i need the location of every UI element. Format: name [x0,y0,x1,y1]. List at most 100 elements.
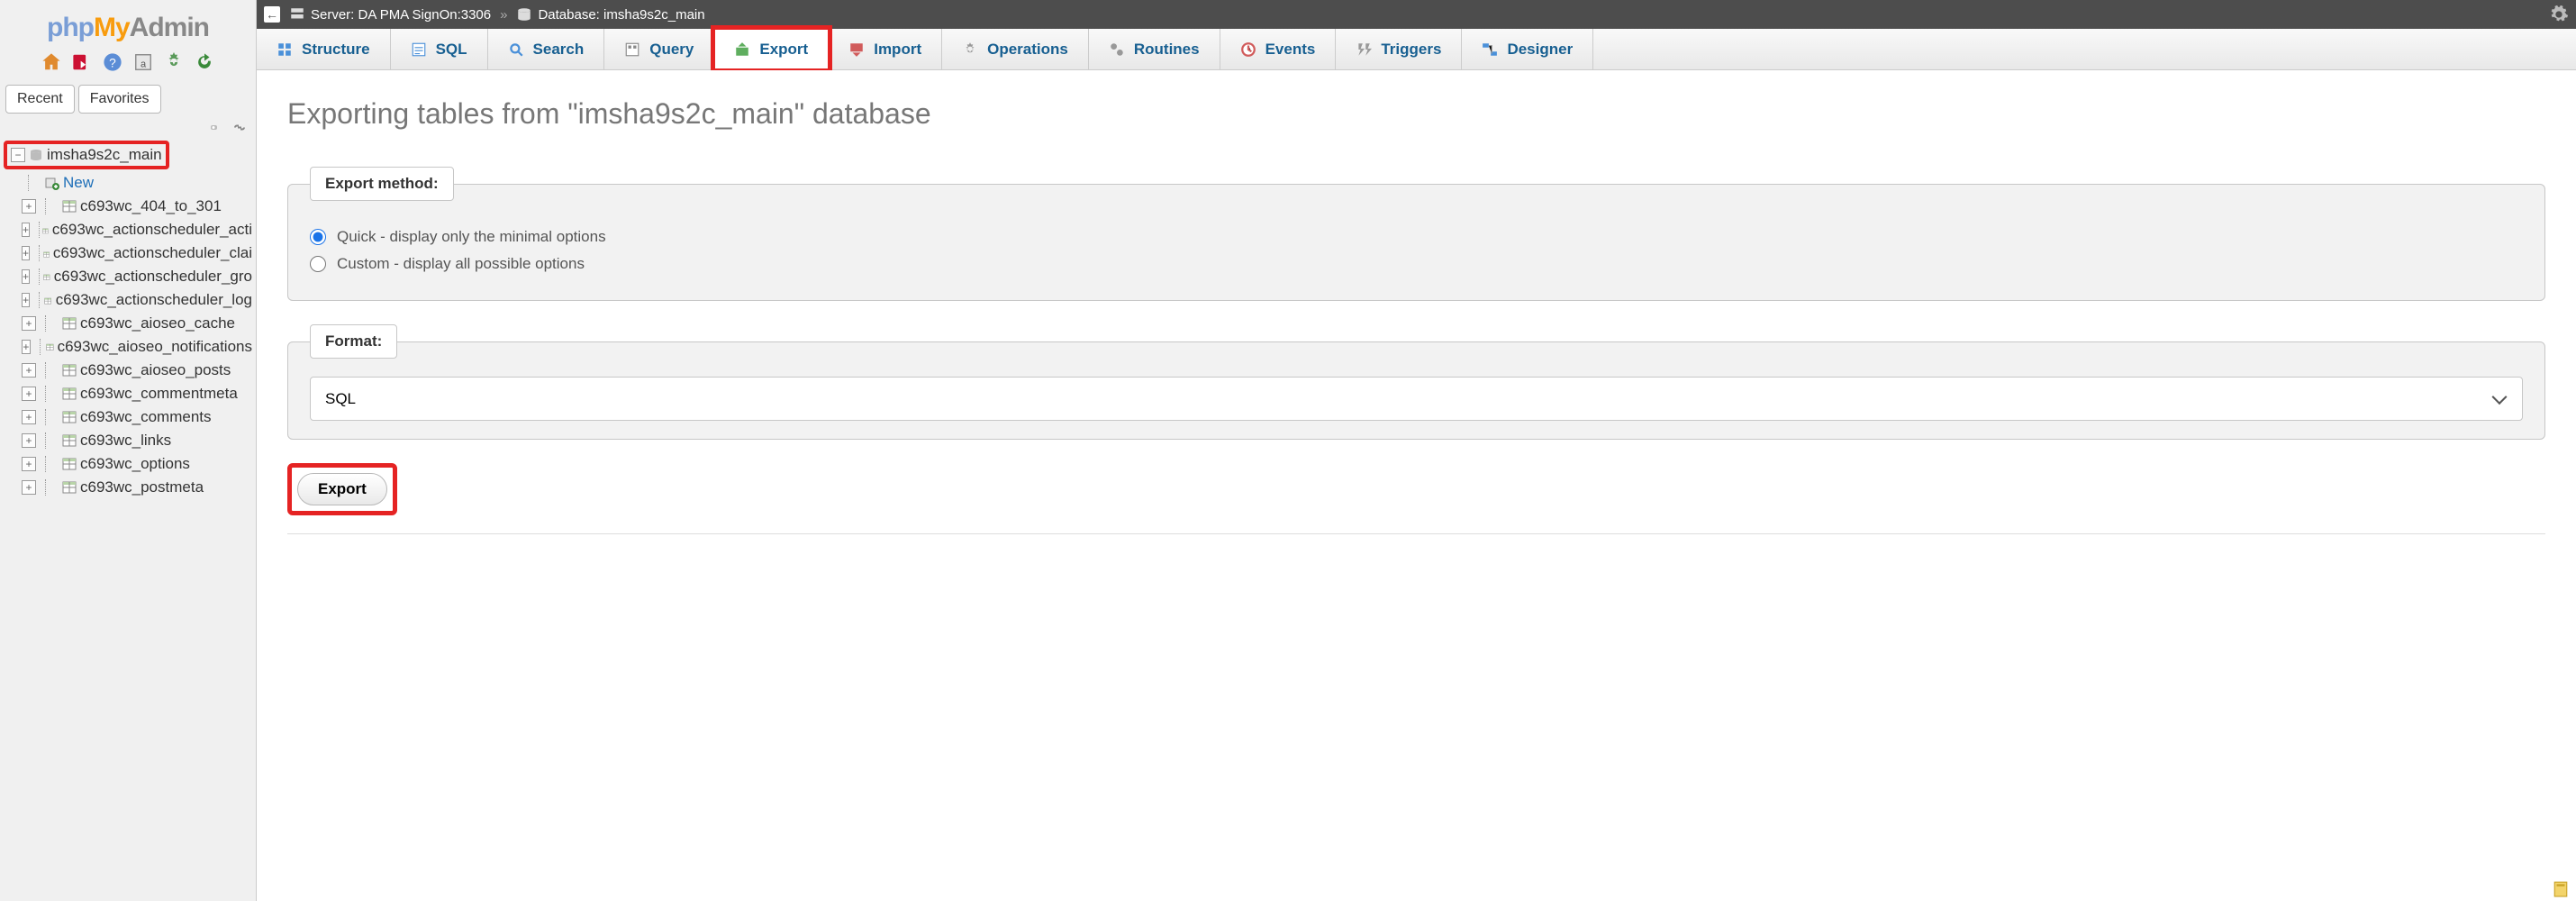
plus-icon[interactable]: + [22,410,36,424]
tab-designer-label: Designer [1507,41,1573,59]
tab-export[interactable]: Export [714,29,829,69]
format-select[interactable]: SQL [310,377,2523,421]
tree-table[interactable]: + c693wc_aioseo_notifications [22,335,252,359]
tab-import[interactable]: Import [829,29,942,69]
radio-custom-input[interactable] [310,256,326,272]
tab-structure-label: Structure [302,41,370,59]
plus-icon[interactable]: + [22,457,36,471]
tree-table[interactable]: + c693wc_aioseo_posts [22,359,252,382]
tree-table-label: c693wc_actionscheduler_acti [52,221,252,239]
tab-events[interactable]: Events [1220,29,1337,69]
table-icon [43,246,50,260]
table-icon [46,340,54,354]
tree-table[interactable]: + c693wc_commentmeta [22,382,252,405]
table-icon [62,316,77,331]
plus-icon[interactable]: + [22,223,30,237]
tab-triggers[interactable]: Triggers [1336,29,1462,69]
tree-table-label: c693wc_postmeta [80,478,204,496]
exit-icon[interactable] [72,52,92,72]
tab-search[interactable]: Search [488,29,605,69]
settings-icon[interactable] [164,52,184,72]
tree-table[interactable]: + c693wc_actionscheduler_clai [22,241,252,265]
plus-icon[interactable]: + [22,293,30,307]
import-icon [848,41,865,58]
breadcrumb-db[interactable]: imsha9s2c_main [603,7,705,23]
collapse-icon[interactable] [211,121,225,131]
main: ← Server: DA PMA SignOn:3306 » Database:… [257,0,2576,901]
link-icon[interactable] [232,121,247,131]
tab-triggers-label: Triggers [1381,41,1441,59]
tabs: Structure SQLSearch Query ExportImportOpera… [257,29,2576,70]
plus-icon[interactable]: + [22,316,36,331]
tree-table[interactable]: +c693wc_options [22,452,252,476]
tab-query[interactable]: Query [604,29,714,69]
favorites-button[interactable]: Favorites [78,85,161,114]
tree-table-label: c693wc_aioseo_notifications [58,338,252,356]
radio-quick-label: Quick - display only the minimal options [337,228,606,246]
plus-icon[interactable]: + [22,387,36,401]
plus-icon[interactable]: + [22,246,30,260]
breadcrumb-server-prefix: Server: [311,7,354,23]
tree-table-label: c693wc_actionscheduler_clai [53,244,252,262]
bookmark-icon[interactable] [2553,881,2569,897]
radio-quick-input[interactable] [310,229,326,245]
tree-table-label: c693wc_commentmeta [80,385,238,403]
tree-table-label: c693wc_links [80,432,171,450]
tree-database[interactable]: − imsha9s2c_main [4,141,169,169]
plus-icon[interactable]: + [22,340,31,354]
plus-icon[interactable]: + [22,269,30,284]
export-icon [734,41,750,58]
table-icon [62,457,77,471]
tree-table[interactable]: + c693wc_aioseo_cache [22,312,252,335]
tab-events-label: Events [1265,41,1316,59]
tab-sql[interactable]: SQL [391,29,488,69]
sql-icon [411,41,427,58]
plus-icon[interactable]: + [22,433,36,448]
plus-icon[interactable]: + [22,199,36,214]
tree-new[interactable]: New [22,171,252,195]
gear-icon[interactable] [2549,5,2569,24]
tree-table[interactable]: + c693wc_actionscheduler_gro [22,265,252,288]
tree-table[interactable]: + c693wc_links [22,429,252,452]
tree-table-label: c693wc_actionscheduler_gro [54,268,252,286]
sql-docs-icon[interactable]: a [133,52,153,72]
tab-structure[interactable]: Structure [257,29,391,69]
back-arrow-icon[interactable]: ← [264,6,280,23]
tab-operations[interactable]: Operations [942,29,1089,69]
radio-custom[interactable]: Custom - display all possible options [310,255,2523,273]
tree-table-label: c693wc_404_to_301 [80,197,222,215]
tree-table[interactable]: + c693wc_postmeta [22,476,252,499]
home-icon[interactable] [41,52,61,72]
db-icon [516,6,532,23]
tab-designer[interactable]: Designer [1462,29,1593,69]
collapse-row [0,117,256,139]
table-icon [62,480,77,495]
tree-table[interactable]: + c693wc_404_to_301 [22,195,252,218]
export-button[interactable]: Export [297,473,387,505]
tree-table[interactable]: +c693wc_comments [22,405,252,429]
radio-quick[interactable]: Quick - display only the minimal options [310,228,2523,246]
tree-table-label: c693wc_aioseo_posts [80,361,231,379]
tree-table[interactable]: + c693wc_actionscheduler_acti [22,218,252,241]
recent-button[interactable]: Recent [5,85,75,114]
tab-routines[interactable]: Routines [1089,29,1220,69]
logo[interactable]: phpMyAdmin [0,0,256,49]
reload-icon[interactable] [195,52,214,72]
tree-table-label: c693wc_aioseo_cache [80,314,235,332]
designer-icon [1482,41,1498,58]
plus-icon[interactable]: + [22,363,36,378]
table-icon [42,223,49,237]
minus-icon[interactable]: − [11,148,25,162]
breadcrumb-db-prefix: Database: [538,7,599,23]
tab-query-label: Query [649,41,694,59]
breadcrumb-sep: » [500,7,507,23]
db-tree: − imsha9s2c_main New +c693wc_404_to_301+… [0,139,256,499]
events-icon [1240,41,1256,58]
structure-icon [277,41,293,58]
tree-table[interactable]: +c693wc_actionscheduler_log [22,288,252,312]
docs-icon[interactable]: ? [103,52,122,72]
breadcrumb-server[interactable]: DA PMA SignOn:3306 [358,7,492,23]
plus-icon[interactable]: + [22,480,36,495]
logo-php: php [47,13,94,42]
table-icon [62,363,77,378]
